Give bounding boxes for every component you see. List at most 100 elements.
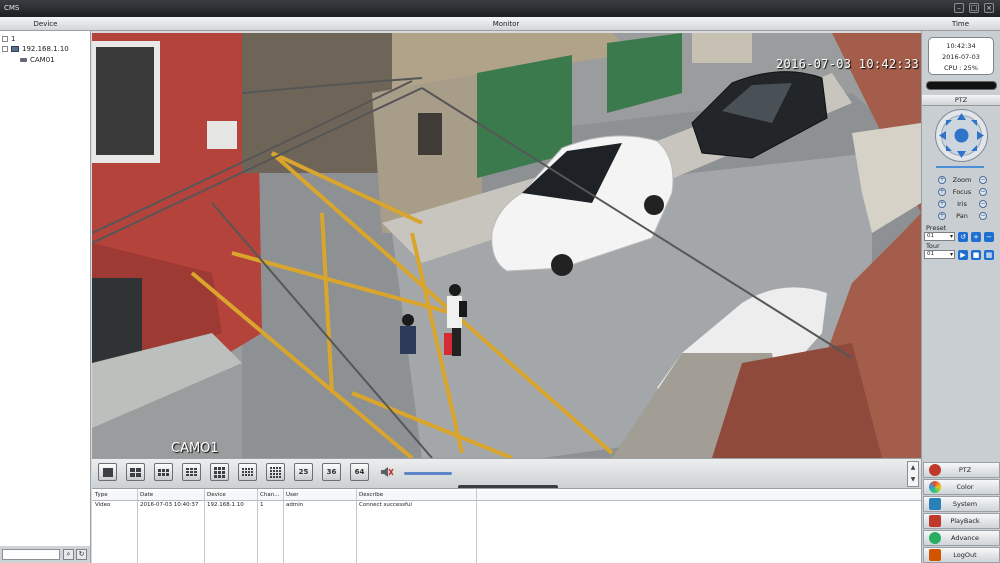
layout-36-label: 36 — [326, 468, 337, 476]
tour-stop-button[interactable]: ■ — [971, 250, 981, 260]
device-filter-field[interactable] — [2, 549, 60, 560]
osd-timestamp: 2016-07-03 10:42:33 — [776, 57, 919, 71]
focus-minus-button[interactable]: − — [979, 188, 987, 196]
ptz-speed-slider[interactable] — [936, 166, 984, 168]
cell-date: 2016-07-03 10:40:37 — [140, 502, 199, 508]
col-divider — [356, 489, 357, 563]
col-header-date[interactable]: Date — [140, 492, 153, 498]
tree-node-root[interactable]: 1 — [2, 35, 15, 43]
iris-plus-button[interactable]: + — [938, 200, 946, 208]
focus-plus-button[interactable]: + — [938, 188, 946, 196]
tree-node-label: 192.168.1.10 — [22, 45, 69, 53]
mute-icon[interactable] — [380, 466, 394, 478]
camera-icon — [20, 58, 27, 62]
menu-color-button[interactable]: Color — [923, 479, 1000, 495]
menu-label: Advance — [951, 534, 979, 542]
pan-minus-button[interactable]: − — [979, 212, 987, 220]
ptz-zoom-row: + Zoom − — [935, 175, 995, 185]
layout-4-button[interactable] — [126, 463, 145, 481]
refresh-icon[interactable]: ↻ — [76, 549, 87, 560]
cell-channel: 1 — [260, 502, 264, 508]
col-divider — [204, 489, 205, 563]
system-icon — [929, 498, 941, 510]
osd-camera-name: CAMO1 — [171, 441, 219, 456]
dvr-icon — [11, 46, 19, 52]
video-feed[interactable]: 2016-07-03 10:42:33 CAMO1 — [92, 33, 921, 458]
ptz-direction-pad[interactable] — [934, 108, 989, 163]
preset-add-button[interactable]: + — [971, 232, 981, 242]
pan-plus-button[interactable]: + — [938, 212, 946, 220]
col-divider — [257, 489, 258, 563]
tree-node-device[interactable]: 192.168.1.10 — [2, 45, 69, 53]
device-tree-panel: 1 192.168.1.10 CAM01 — [0, 31, 91, 546]
layout-16-button[interactable] — [266, 463, 285, 481]
cpu-meter — [926, 81, 997, 90]
preset-remove-button[interactable]: − — [984, 232, 994, 242]
app-title: CMS — [4, 4, 20, 12]
menu-label: System — [952, 500, 978, 508]
layout-13-button[interactable] — [238, 463, 257, 481]
clock-time: 10:42:34 — [946, 42, 976, 50]
ptz-pan-row: + Pan − — [935, 211, 995, 221]
zoom-in-button[interactable]: + — [938, 176, 946, 184]
tree-node-label: CAM01 — [30, 56, 55, 64]
menu-ptz-button[interactable]: PTZ — [923, 462, 1000, 478]
preset-label: Preset — [926, 224, 947, 232]
tree-expander-icon — [2, 46, 8, 52]
playback-icon — [929, 515, 941, 527]
tour-play-button[interactable]: ▶ — [958, 250, 968, 260]
minimize-button[interactable]: – — [954, 3, 964, 13]
ptz-focus-label: Focus — [952, 188, 972, 196]
col-header-device[interactable]: Device — [207, 492, 226, 498]
cell-describe: Connect successful — [359, 502, 412, 508]
menu-playback-button[interactable]: PlayBack — [923, 513, 1000, 529]
ptz-focus-row: + Focus − — [935, 187, 995, 197]
logout-icon — [929, 549, 941, 561]
tree-expander-icon — [2, 36, 8, 42]
iris-minus-button[interactable]: − — [979, 200, 987, 208]
monitor-header: Monitor — [91, 17, 921, 31]
layout-36-button[interactable]: 36 — [322, 463, 341, 481]
advance-icon — [929, 532, 941, 544]
clock-date: 2016-07-03 — [942, 53, 980, 61]
ptz-iris-label: Iris — [957, 200, 967, 208]
volume-slider[interactable] — [404, 472, 452, 475]
layout-6-button[interactable] — [154, 463, 173, 481]
layout-1-button[interactable] — [98, 463, 117, 481]
zoom-out-button[interactable]: − — [979, 176, 987, 184]
ptz-zoom-label: Zoom — [952, 176, 972, 184]
search-icon[interactable]: ⌕ — [63, 549, 74, 560]
menu-label: PlayBack — [950, 517, 980, 525]
tree-node-camera[interactable]: CAM01 — [20, 56, 55, 64]
layout-8-button[interactable] — [182, 463, 201, 481]
ptz-icon — [929, 464, 941, 476]
log-header-row: Type Date Device Chan... User Describe — [92, 491, 921, 501]
toolbar-scroll[interactable]: ▲ ▼ — [907, 461, 919, 487]
tour-grid-button[interactable]: ▦ — [984, 250, 994, 260]
device-panel-footer: ⌕ ↻ — [0, 546, 91, 563]
col-header-describe[interactable]: Describe — [359, 492, 383, 498]
layout-25-button[interactable]: 25 — [294, 463, 313, 481]
menu-advance-button[interactable]: Advance — [923, 530, 1000, 546]
clock-display: 10:42:34 2016-07-03 CPU : 25% — [928, 37, 994, 75]
preset-go-button[interactable]: ↺ — [958, 232, 968, 242]
close-button[interactable]: × — [984, 3, 994, 13]
layout-64-label: 64 — [354, 468, 365, 476]
col-header-channel[interactable]: Chan... — [260, 492, 279, 498]
ptz-header: PTZ — [922, 95, 1000, 106]
col-header-type[interactable]: Type — [95, 492, 108, 498]
tour-label: Tour — [926, 242, 940, 250]
maximize-button[interactable]: □ — [969, 3, 979, 13]
layout-toolbar: 25 36 64 ▲ ▼ — [92, 458, 921, 489]
menu-logout-button[interactable]: LogOut — [923, 547, 1000, 563]
layout-25-label: 25 — [298, 468, 309, 476]
layout-9-button[interactable] — [210, 463, 229, 481]
col-header-user[interactable]: User — [286, 492, 299, 498]
layout-64-button[interactable]: 64 — [350, 463, 369, 481]
cpu-usage: CPU : 25% — [944, 64, 978, 72]
tree-node-label: 1 — [11, 35, 16, 43]
cell-type: Video — [95, 502, 111, 508]
menu-system-button[interactable]: System — [923, 496, 1000, 512]
tour-select[interactable]: 01 — [924, 250, 955, 259]
preset-select[interactable]: 01 — [924, 232, 955, 241]
